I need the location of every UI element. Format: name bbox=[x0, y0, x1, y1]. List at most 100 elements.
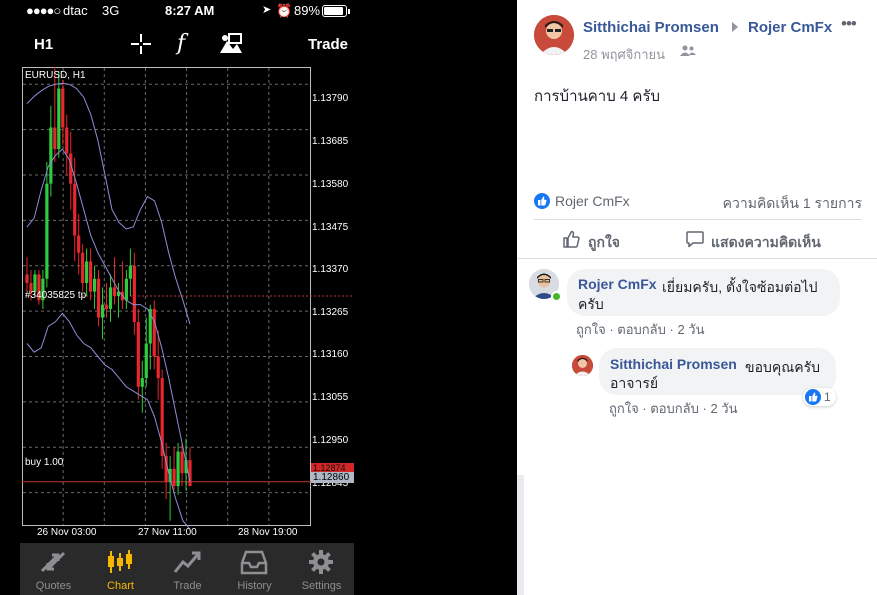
comment-timestamp[interactable]: 2 วัน bbox=[677, 322, 704, 337]
bollinger-band-middle bbox=[26, 148, 191, 482]
objects-icon[interactable] bbox=[219, 33, 243, 55]
tab-trade[interactable]: Trade bbox=[154, 543, 221, 595]
battery-level-fill bbox=[324, 7, 343, 15]
profile-photo-icon bbox=[534, 15, 574, 55]
time-tick: 28 Nov 19:00 bbox=[238, 527, 298, 538]
candle-body bbox=[152, 308, 156, 357]
comment-actions: ถูกใจ · ตอบกลับ · 2 วัน bbox=[576, 322, 705, 337]
comment-bubble-icon bbox=[686, 231, 704, 248]
candle-body bbox=[132, 265, 136, 322]
candle-body bbox=[188, 460, 192, 487]
like-button-label: ถูกใจ bbox=[588, 234, 620, 250]
reaction-summary[interactable]: Rojer CmFx bbox=[534, 192, 630, 212]
candle-body bbox=[112, 287, 117, 296]
tab-settings[interactable]: Settings bbox=[288, 543, 355, 595]
status-bar: ●●●●○ dtac 3G 8:27 AM ➤ ⏰ 89% bbox=[0, 0, 354, 22]
gear-icon bbox=[309, 550, 333, 574]
candle-body bbox=[45, 183, 49, 279]
candle-body bbox=[65, 127, 69, 154]
candle-body bbox=[49, 127, 53, 184]
tab-label: History bbox=[237, 580, 272, 592]
comment-text: ครับ bbox=[578, 296, 604, 312]
candle-body bbox=[53, 127, 57, 150]
alarm-icon: ⏰ bbox=[276, 3, 293, 18]
more-options-icon[interactable]: ••• bbox=[841, 14, 857, 34]
price-chart[interactable]: EURUSD, H1 #34035825 tp buy 1.00 1.13790… bbox=[22, 67, 354, 542]
reaction-names[interactable]: Rojer CmFx bbox=[555, 193, 630, 209]
candle-body bbox=[96, 278, 101, 318]
post-timestamp[interactable]: 28 พฤศจิกายน bbox=[583, 44, 665, 65]
candle-body bbox=[136, 321, 140, 387]
candle-body bbox=[104, 304, 109, 309]
candle-body bbox=[172, 468, 176, 487]
comment-reply-link[interactable]: ตอบกลับ bbox=[617, 322, 666, 337]
current-bid-price-tag: 1.12860 bbox=[311, 472, 354, 483]
price-tick: 1.13685 bbox=[312, 136, 349, 147]
network-type: 3G bbox=[102, 3, 120, 18]
price-tick: 1.13580 bbox=[312, 179, 349, 190]
timeframe-button[interactable]: H1 bbox=[34, 36, 53, 53]
tab-label: Quotes bbox=[35, 580, 72, 592]
chart-canvas bbox=[22, 67, 354, 530]
price-tick: 1.13265 bbox=[312, 307, 349, 318]
candle-body bbox=[85, 261, 89, 284]
divider bbox=[534, 219, 862, 220]
trade-button[interactable]: Trade bbox=[308, 36, 348, 53]
comment-author-link[interactable]: Rojer CmFx bbox=[578, 276, 657, 292]
candle-body bbox=[77, 235, 81, 253]
post-body-text: การบ้านคาบ 4 ครับ bbox=[534, 88, 661, 105]
candle-body bbox=[124, 278, 128, 301]
like-reaction-icon bbox=[805, 389, 821, 405]
tab-quotes[interactable]: Quotes bbox=[20, 543, 87, 595]
avatar[interactable] bbox=[572, 355, 593, 376]
carrier-name: dtac bbox=[63, 3, 88, 18]
comment-author-link[interactable]: Sitthichai Promsen bbox=[610, 356, 737, 372]
metatrader-phone-screen: ●●●●○ dtac 3G 8:27 AM ➤ ⏰ 89% H1 f Trade… bbox=[0, 0, 517, 595]
bottom-tab-bar: Quotes Chart Trade History Settings bbox=[20, 543, 354, 595]
comment-like-link[interactable]: ถูกใจ bbox=[576, 322, 606, 337]
price-tick: 1.12950 bbox=[312, 435, 349, 446]
post-target-link[interactable]: Rojer CmFx bbox=[748, 19, 832, 36]
reaction-count: 1 bbox=[824, 390, 831, 404]
indicators-icon[interactable]: f bbox=[177, 31, 185, 56]
post-author-link[interactable]: Sitthichai Promsen bbox=[583, 19, 719, 36]
friends-audience-icon[interactable] bbox=[680, 45, 696, 57]
tab-chart[interactable]: Chart bbox=[87, 543, 154, 595]
price-tick: 1.13055 bbox=[312, 392, 349, 403]
quotes-arrows-icon bbox=[40, 551, 66, 573]
trend-line-icon bbox=[173, 551, 201, 573]
chart-toolbar: H1 f Trade bbox=[0, 22, 354, 66]
location-arrow-icon: ➤ bbox=[262, 4, 272, 16]
tab-history[interactable]: History bbox=[221, 543, 288, 595]
candle-body bbox=[100, 304, 105, 318]
comment-button-label: แสดงความคิดเห็น bbox=[711, 234, 821, 250]
shared-to-arrow-icon bbox=[732, 22, 738, 32]
candlestick-icon bbox=[108, 550, 132, 573]
comment-reaction-count[interactable]: 1 bbox=[803, 388, 836, 406]
crosshair-icon[interactable] bbox=[130, 33, 152, 55]
comment-reply-link[interactable]: ตอบกลับ bbox=[650, 401, 699, 416]
comment-timestamp[interactable]: 2 วัน bbox=[710, 401, 737, 416]
comment-bubble: Rojer CmFx เยี่ยมครับ, ตั้งใจซ้อมต่อไป ค… bbox=[567, 269, 840, 316]
chart-symbol-title: EURUSD, H1 bbox=[25, 70, 86, 81]
comment-bubble: Sitthichai Promsen ขอบคุณครับ อาจารย์ bbox=[599, 348, 836, 395]
order-tp-label[interactable]: #34035825 tp bbox=[25, 290, 86, 301]
candle-body bbox=[144, 343, 148, 379]
clock-time: 8:27 AM bbox=[165, 3, 215, 18]
comment-text: เยี่ยมครับ, ตั้งใจซ้อมต่อไป bbox=[662, 279, 818, 295]
tab-label: Settings bbox=[301, 580, 342, 592]
thumbs-up-icon bbox=[563, 230, 580, 248]
buy-position-label[interactable]: buy 1.00 bbox=[25, 457, 63, 468]
divider bbox=[517, 258, 877, 259]
price-tick: 1.13790 bbox=[312, 93, 349, 104]
tab-label: Chart bbox=[107, 580, 134, 592]
avatar[interactable] bbox=[534, 15, 574, 55]
time-tick: 27 Nov 11:00 bbox=[138, 527, 197, 538]
candle-body bbox=[73, 183, 77, 236]
comment-count[interactable]: ความคิดเห็น 1 รายการ bbox=[723, 193, 862, 215]
candle-body bbox=[128, 265, 132, 279]
comment-text: อาจารย์ bbox=[610, 375, 659, 391]
price-tick: 1.13370 bbox=[312, 264, 349, 275]
battery-icon bbox=[322, 5, 347, 17]
comment-like-link[interactable]: ถูกใจ bbox=[609, 401, 639, 416]
